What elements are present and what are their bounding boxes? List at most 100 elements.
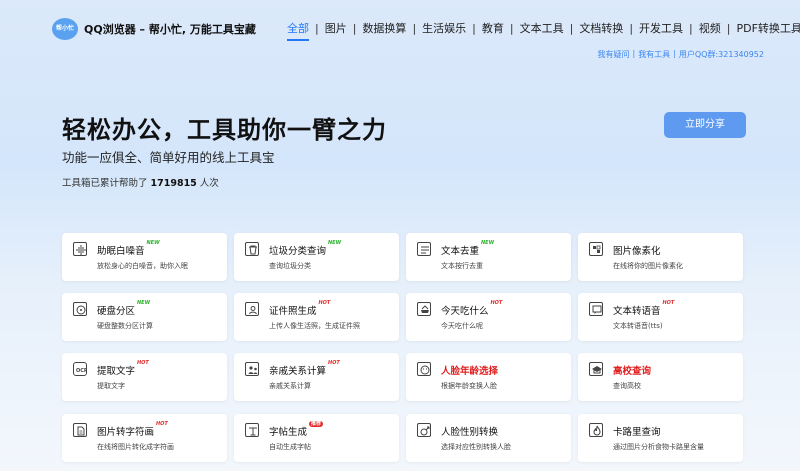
tool-badge: HOT xyxy=(490,300,503,306)
tool-title: 图片转字符画 xyxy=(97,427,155,438)
tool-title: 人脸性别转换 xyxy=(441,427,499,438)
tool-title: 亲戚关系计算 xyxy=(269,366,327,377)
nav-item[interactable]: 开发工具 xyxy=(633,21,689,37)
sublink[interactable]: 用户QQ群:321340952 xyxy=(679,49,764,60)
trash-icon xyxy=(245,242,259,256)
tool-card[interactable]: 人脸年龄选择 根据年龄变换人脸 xyxy=(406,353,571,401)
tool-card[interactable]: 文本去重 NEW 文本按行去重 xyxy=(406,233,571,281)
nav-item[interactable]: 文本工具 xyxy=(514,21,570,37)
tool-card[interactable]: 证件照生成 HOT 上传人像生活照，生成证件照 xyxy=(234,293,399,341)
tool-description: 硬盘整数分区计算 xyxy=(97,322,153,330)
share-button[interactable]: 立即分享 xyxy=(664,112,746,138)
id-photo-icon xyxy=(245,302,259,316)
top-bar: 帮小忙 QQ浏览器 – 帮小忙, 万能工具宝藏 全部 | 图片 | 数据换算 | 生活娱乐 |… xyxy=(0,0,800,66)
tool-description: 文本转语音(tts) xyxy=(613,322,663,330)
tool-description: 通过图片分析食物卡路里含量 xyxy=(613,443,704,451)
tool-title: 垃圾分类查询 xyxy=(269,246,327,257)
tool-card[interactable]: 助眠白噪音 NEW 放松身心的白噪音，助你入眠 xyxy=(62,233,227,281)
sub-links: 我有疑问 | 我有工具 | 用户QQ群:321340952 xyxy=(597,49,764,60)
logo[interactable]: 帮小忙 xyxy=(52,18,78,40)
tool-description: 在线将你的图片像素化 xyxy=(613,262,683,270)
tool-card[interactable]: 文本转语音 HOT 文本转语音(tts) xyxy=(578,293,743,341)
text-icon xyxy=(417,242,431,256)
tool-card[interactable]: OCR 提取文字 HOT 提取文字 xyxy=(62,353,227,401)
help-counter: 工具箱已累计帮助了 1719815 人次 xyxy=(62,175,219,189)
nav-item[interactable]: 生活娱乐 xyxy=(416,21,472,37)
tool-description: 查询高校 xyxy=(613,382,641,390)
tool-title: 卡路里查询 xyxy=(613,427,661,438)
tool-title: 文本去重 xyxy=(441,246,480,257)
svg-text:OCR: OCR xyxy=(76,368,87,374)
tool-badge: HOT xyxy=(156,421,168,427)
school-icon xyxy=(589,362,603,376)
tool-title: 提取文字 xyxy=(97,366,136,377)
site-title: QQ浏览器 – 帮小忙, 万能工具宝藏 xyxy=(84,23,256,36)
face-gender-icon xyxy=(417,423,431,437)
counter-prefix: 工具箱已累计帮助了 xyxy=(62,178,148,189)
hero-subtitle: 功能一应俱全、简单好用的线上工具宝 xyxy=(62,150,275,165)
nav-item[interactable]: PDF转换工具 xyxy=(730,21,800,37)
tool-title: 文本转语音 xyxy=(613,306,661,317)
tool-description: 放松身心的白噪音，助你入眠 xyxy=(97,262,188,270)
tool-title: 字帖生成 xyxy=(269,427,308,438)
tool-card[interactable]: 人脸性别转换选择对应性别转换人脸 xyxy=(406,414,571,462)
food-icon xyxy=(417,302,431,316)
tool-card[interactable]: 高校查询 查询高校 xyxy=(578,353,743,401)
ascii-art-icon xyxy=(73,423,87,437)
tool-card[interactable]: 卡路里查询通过图片分析食物卡路里含量 xyxy=(578,414,743,462)
tool-description: 在线将图片转化成字符画 xyxy=(97,443,174,451)
tool-card[interactable]: 字帖生成 推荐自动生成字帖 xyxy=(234,414,399,462)
tool-badge: HOT xyxy=(662,300,675,306)
nav-item[interactable]: 全部 xyxy=(287,21,315,41)
family-icon xyxy=(245,362,259,376)
sublink[interactable]: 我有工具 xyxy=(638,49,670,60)
tool-badge: HOT xyxy=(318,300,331,306)
nav-item[interactable]: 数据换算 xyxy=(356,21,412,37)
main-nav: 全部 | 图片 | 数据换算 | 生活娱乐 | 教育 | 文本工具 | 文档转换 | 开发工具 | 视频 | PDF… xyxy=(287,21,800,41)
tool-description: 亲戚关系计算 xyxy=(269,382,311,390)
sound-wave-icon xyxy=(73,242,87,256)
nav-item[interactable]: 视频 xyxy=(693,21,727,37)
tool-description: 提取文字 xyxy=(97,382,125,390)
tool-title: 助眠白噪音 xyxy=(97,246,145,257)
ocr-icon: OCR xyxy=(73,362,87,376)
tool-card[interactable]: 图片像素化在线将你的图片像素化 xyxy=(578,233,743,281)
tool-description: 今天吃什么呢 xyxy=(441,322,483,330)
hero-title: 轻松办公，工具助你一臂之力 xyxy=(62,116,387,144)
tool-title: 证件照生成 xyxy=(269,306,317,317)
tool-description: 自动生成字帖 xyxy=(269,443,311,451)
face-age-icon xyxy=(417,362,431,376)
tool-badge: HOT xyxy=(137,360,149,366)
tool-title: 今天吃什么 xyxy=(441,306,489,317)
logo-text: 帮小忙 xyxy=(52,18,78,40)
tool-card[interactable]: 图片转字符画 HOT 在线将图片转化成字符画 xyxy=(62,414,227,462)
nav-item[interactable]: 文档转换 xyxy=(573,21,629,37)
counter-value: 1719815 xyxy=(150,178,197,189)
nav-item[interactable]: 图片 xyxy=(319,21,353,37)
tool-card[interactable]: 亲戚关系计算 HOT 亲戚关系计算 xyxy=(234,353,399,401)
speech-icon xyxy=(589,302,603,316)
sublink-separator: | xyxy=(673,49,676,58)
tool-description: 根据年龄变换人脸 xyxy=(441,382,497,390)
tool-description: 文本按行去重 xyxy=(441,262,483,270)
sticker-icon xyxy=(245,423,259,437)
tool-title: 图片像素化 xyxy=(613,246,661,257)
tool-description: 选择对应性别转换人脸 xyxy=(441,443,511,451)
tool-card[interactable]: 硬盘分区 NEW 硬盘整数分区计算 xyxy=(62,293,227,341)
tool-badge: NEW xyxy=(137,300,151,306)
tool-description: 查询垃圾分类 xyxy=(269,262,311,270)
sublink[interactable]: 我有疑问 xyxy=(597,49,629,60)
disk-icon xyxy=(73,302,87,316)
tool-card[interactable]: 垃圾分类查询 NEW 查询垃圾分类 xyxy=(234,233,399,281)
tool-badge: HOT xyxy=(328,360,340,366)
tool-title: 人脸年龄选择 xyxy=(441,366,499,377)
tool-badge: 推荐 xyxy=(309,421,324,427)
calorie-icon xyxy=(589,423,603,437)
nav-item[interactable]: 教育 xyxy=(476,21,510,37)
tool-badge: NEW xyxy=(328,240,342,246)
tool-card[interactable]: 今天吃什么 HOT 今天吃什么呢 xyxy=(406,293,571,341)
tool-badge: NEW xyxy=(146,240,160,246)
tool-description: 上传人像生活照，生成证件照 xyxy=(269,322,360,330)
tool-badge: NEW xyxy=(481,240,495,246)
tool-title: 高校查询 xyxy=(613,366,652,377)
